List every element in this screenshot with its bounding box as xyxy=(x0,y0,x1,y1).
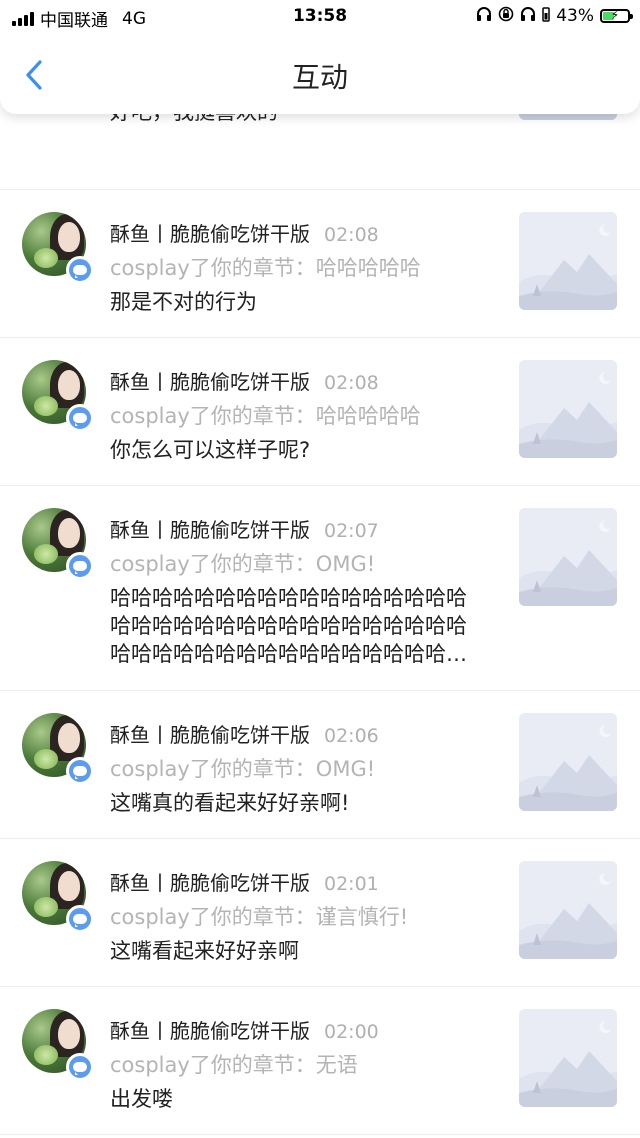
status-right: 43% ⚡ xyxy=(476,6,633,26)
avatar[interactable] xyxy=(22,1009,94,1081)
sender-line: 酥鱼丨脆脆偷吃饼干版 02:08 xyxy=(110,366,379,395)
notification-item[interactable]: 酥鱼丨脆脆偷吃饼干版 02:08 cosplay了你的章节：哈哈哈哈哈 你怎么可以这样… xyxy=(0,338,640,486)
chapter-thumbnail[interactable] xyxy=(519,360,617,458)
sender-line: 酥鱼丨脆脆偷吃饼干版 02:07 xyxy=(110,514,379,543)
headphones-icon xyxy=(476,6,492,26)
sender-line: 酥鱼丨脆脆偷吃饼干版 02:00 xyxy=(110,1015,379,1044)
comment-text: 这嘴看起来好好亲啊 xyxy=(110,939,299,963)
comment-text: 你怎么可以这样子呢? xyxy=(110,438,311,462)
sender-name[interactable]: 酥鱼丨脆脆偷吃饼干版 xyxy=(110,723,310,747)
chapter-thumbnail[interactable] xyxy=(519,508,617,606)
timestamp: 02:06 xyxy=(324,725,379,747)
comment-badge-icon xyxy=(66,905,94,933)
comment-text: 哈哈哈哈哈哈哈哈哈哈哈哈哈哈哈哈哈哈哈哈哈哈哈哈哈哈哈哈哈哈哈哈哈哈哈哈哈哈哈哈… xyxy=(110,586,467,666)
timestamp: 02:08 xyxy=(324,372,379,394)
battery-icon: ⚡ xyxy=(600,8,633,23)
comment-badge-icon xyxy=(66,256,94,284)
notification-item[interactable]: 酥鱼丨脆脆偷吃饼干版 02:06 cosplay了你的章节：OMG! 这嘴真的看起来好… xyxy=(0,691,640,839)
action-text: cosplay了你的章节：谨言慎行! xyxy=(110,905,409,929)
sender-name[interactable]: 酥鱼丨脆脆偷吃饼干版 xyxy=(110,370,310,394)
bluetooth-battery-icon xyxy=(542,6,550,26)
sender-line: 酥鱼丨脆脆偷吃饼干版 02:01 xyxy=(110,867,379,896)
sender-name[interactable]: 酥鱼丨脆脆偷吃饼干版 xyxy=(110,871,310,895)
sender-name[interactable]: 酥鱼丨脆脆偷吃饼干版 xyxy=(110,518,310,542)
action-text: cosplay了你的章节：无语 xyxy=(110,1053,358,1077)
avatar[interactable] xyxy=(22,212,94,284)
notification-item[interactable]: 酥鱼丨脆脆偷吃饼干版 02:01 cosplay了你的章节：谨言慎行! 这嘴看起来好好… xyxy=(0,839,640,987)
action-text: cosplay了你的章节：OMG! xyxy=(110,552,376,576)
comment-badge-icon xyxy=(66,552,94,580)
action-text: cosplay了你的章节：哈哈哈哈哈 xyxy=(110,404,421,428)
notification-item[interactable]: 酥鱼丨脆脆偷吃饼干版 02:07 cosplay了你的章节：OMG! 哈哈哈哈哈哈哈哈… xyxy=(0,486,640,691)
notification-item[interactable]: 酥鱼丨脆脆偷吃饼干版 02:00 cosplay了你的章节：无语 出发喽 xyxy=(0,987,640,1135)
avatar[interactable] xyxy=(22,713,94,785)
sender-name[interactable]: 酥鱼丨脆脆偷吃饼干版 xyxy=(110,1019,310,1043)
timestamp: 02:07 xyxy=(324,520,379,542)
avatar[interactable] xyxy=(22,360,94,432)
timestamp: 02:01 xyxy=(324,873,379,895)
sender-name[interactable]: 酥鱼丨脆脆偷吃饼干版 xyxy=(110,222,310,246)
comment-badge-icon xyxy=(66,757,94,785)
sender-line: 酥鱼丨脆脆偷吃饼干版 02:06 xyxy=(110,719,379,748)
avatar[interactable] xyxy=(22,508,94,580)
timestamp: 02:08 xyxy=(324,224,379,246)
headphones-icon-2 xyxy=(520,6,536,26)
comment-text: 这嘴真的看起来好好亲啊! xyxy=(110,791,350,815)
avatar[interactable] xyxy=(22,861,94,933)
status-bar: 中国联通 4G 13:58 43% ⚡ xyxy=(0,0,640,34)
comment-text: 那是不对的行为 xyxy=(110,290,257,314)
chapter-thumbnail[interactable] xyxy=(519,212,617,310)
nav-header: 互动 xyxy=(0,34,640,114)
action-text: cosplay了你的章节：OMG! xyxy=(110,757,376,781)
page-title: 互动 xyxy=(291,61,348,94)
orientation-lock-icon xyxy=(498,6,514,26)
chapter-thumbnail[interactable] xyxy=(519,713,617,811)
sender-line: 酥鱼丨脆脆偷吃饼干版 02:08 xyxy=(110,218,379,247)
chapter-thumbnail[interactable] xyxy=(519,861,617,959)
comment-badge-icon xyxy=(66,1053,94,1081)
action-text: cosplay了你的章节：哈哈哈哈哈 xyxy=(110,256,421,280)
comment-text: 出发喽 xyxy=(110,1087,173,1111)
chapter-thumbnail[interactable] xyxy=(519,1009,617,1107)
notification-item[interactable]: 酥鱼丨脆脆偷吃饼干版 02:08 cosplay了你的章节：哈哈哈哈哈 那是不对的行为 xyxy=(0,190,640,338)
battery-percent: 43% xyxy=(556,6,594,26)
timestamp: 02:00 xyxy=(324,1021,379,1043)
comment-badge-icon xyxy=(66,404,94,432)
